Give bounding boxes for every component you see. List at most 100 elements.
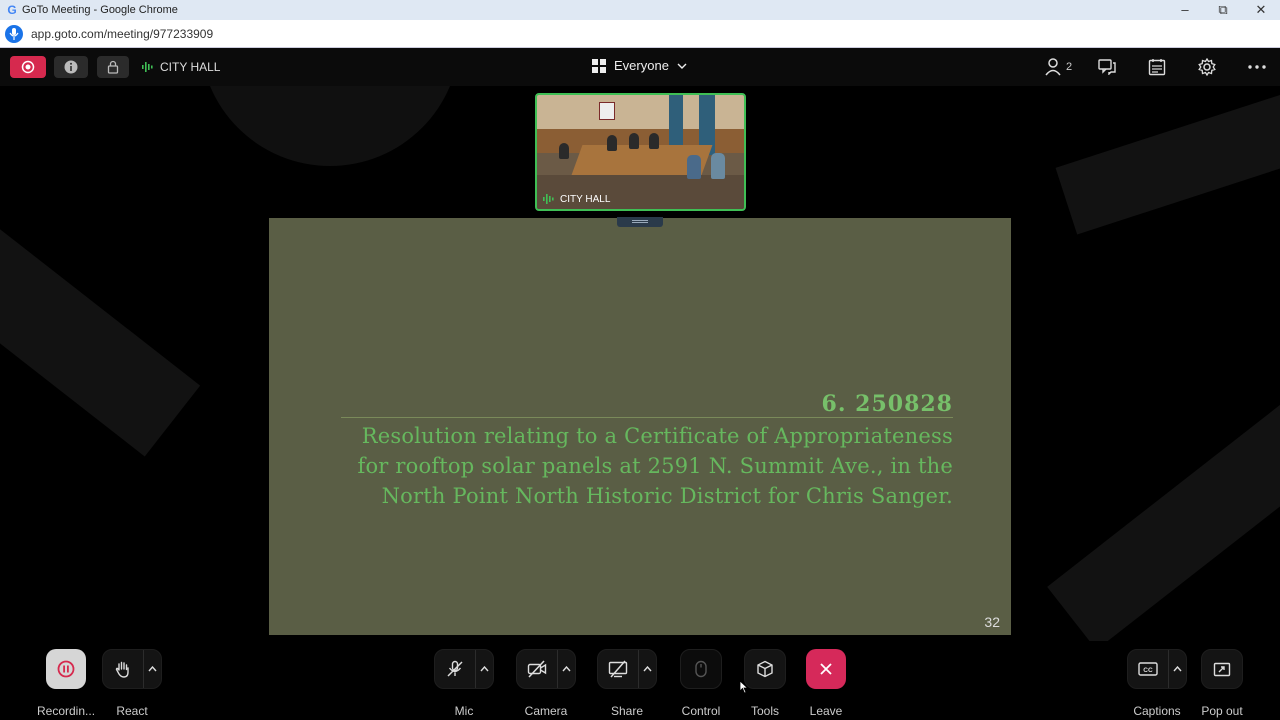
camera-options-button[interactable] xyxy=(557,650,575,688)
chevron-up-icon xyxy=(480,666,489,672)
chrome-goto-icon: G xyxy=(7,3,17,17)
chat-button[interactable] xyxy=(1098,57,1116,77)
slide-page-number: 32 xyxy=(984,614,1000,630)
settings-button[interactable] xyxy=(1198,57,1216,77)
meeting-topbar: CITY HALL Everyone 2 xyxy=(0,48,1280,86)
description-line: for rooftop solar panels at 2591 N. Summ… xyxy=(357,454,953,478)
mouse-icon xyxy=(695,660,707,678)
recording-label: Recordin... xyxy=(37,704,96,718)
leave-meeting-button[interactable] xyxy=(806,650,846,688)
remote-control-button[interactable] xyxy=(681,650,721,688)
more-options-button[interactable] xyxy=(1248,57,1266,77)
share-options-button[interactable] xyxy=(638,650,656,688)
room-name: CITY HALL xyxy=(160,60,221,74)
lock-icon xyxy=(107,60,119,74)
mic-label: Mic xyxy=(454,704,474,718)
mic-toggle-button[interactable] xyxy=(435,650,475,688)
mic-muted-icon xyxy=(447,660,463,677)
captions-button[interactable]: CC xyxy=(1128,650,1168,688)
microphone-indicator-icon[interactable] xyxy=(5,24,23,43)
camera-toggle-button[interactable] xyxy=(517,650,557,688)
calendar-notes-icon xyxy=(1148,59,1166,76)
popout-label: Pop out xyxy=(1201,704,1243,718)
pop-out-icon xyxy=(1213,662,1231,677)
meeting-lock-button[interactable] xyxy=(97,56,129,78)
share-control[interactable]: Share xyxy=(597,649,657,718)
gear-icon xyxy=(1198,58,1216,76)
chevron-up-icon xyxy=(643,666,652,672)
meeting-info-button[interactable] xyxy=(54,56,88,78)
captions-control[interactable]: CC Captions xyxy=(1127,649,1187,718)
window-controls: – ⧉ ✕ xyxy=(1166,0,1280,20)
background-decoration xyxy=(0,225,201,457)
share-screen-button[interactable] xyxy=(598,650,638,688)
window-title: GoTo Meeting - Google Chrome xyxy=(22,4,178,16)
person-icon xyxy=(1045,58,1061,76)
control-control[interactable]: Control xyxy=(680,649,722,718)
url-text[interactable]: app.goto.com/meeting/977233909 xyxy=(31,27,213,41)
close-window-icon[interactable]: ✕ xyxy=(1242,0,1280,20)
view-label: Everyone xyxy=(614,58,669,73)
react-button[interactable] xyxy=(103,650,143,688)
record-icon xyxy=(21,60,35,74)
tools-button[interactable] xyxy=(745,650,785,688)
react-label: React xyxy=(116,704,148,718)
leave-label: Leave xyxy=(809,704,843,718)
audio-level-icon xyxy=(543,194,554,204)
screen-share-off-icon xyxy=(608,660,628,678)
mic-control[interactable]: Mic xyxy=(434,649,494,718)
restore-icon[interactable]: ⧉ xyxy=(1204,0,1242,20)
mic-options-button[interactable] xyxy=(475,650,493,688)
chat-icon xyxy=(1098,59,1116,75)
tools-control[interactable]: Tools xyxy=(744,649,786,718)
close-icon xyxy=(820,663,832,675)
minimize-icon[interactable]: – xyxy=(1166,0,1204,20)
grid-view-icon xyxy=(592,58,606,73)
control-label: Control xyxy=(681,704,721,718)
info-icon xyxy=(64,60,78,74)
meeting-controls-bar: Recordin... React Mic Camera Share Contr… xyxy=(0,641,1280,720)
react-options-button[interactable] xyxy=(143,650,161,688)
recording-control[interactable]: Recordin... xyxy=(37,649,95,718)
recording-indicator-button[interactable] xyxy=(10,56,46,78)
raise-hand-icon xyxy=(115,661,129,678)
video-tile-name: CITY HALL xyxy=(560,193,611,205)
more-horizontal-icon xyxy=(1248,65,1266,69)
description-line: North Point North Historic District for … xyxy=(381,484,953,508)
camera-off-icon xyxy=(527,660,547,678)
pop-out-button[interactable] xyxy=(1202,650,1242,688)
audio-level-icon xyxy=(142,62,153,72)
view-selector[interactable]: Everyone xyxy=(592,58,687,73)
notes-button[interactable] xyxy=(1148,57,1166,77)
chevron-down-icon xyxy=(677,63,687,69)
background-decoration xyxy=(200,86,460,166)
background-decoration xyxy=(1055,87,1280,235)
captions-label: Captions xyxy=(1133,704,1181,718)
leave-control[interactable]: Leave xyxy=(806,649,846,718)
camera-label: Camera xyxy=(524,704,568,718)
chevron-up-icon xyxy=(148,666,157,672)
agenda-item-description: Resolution relating to a Certificate of … xyxy=(313,421,953,511)
video-tile-city-hall[interactable]: CITY HALL xyxy=(535,93,746,211)
cube-icon xyxy=(757,660,773,678)
shared-screen: 6. 250828 Resolution relating to a Certi… xyxy=(269,217,1011,635)
video-tile-label: CITY HALL xyxy=(543,193,610,205)
chevron-up-icon xyxy=(562,666,571,672)
stop-recording-button[interactable] xyxy=(46,650,86,688)
divider xyxy=(341,417,953,418)
mouse-cursor-icon xyxy=(739,680,749,694)
background-decoration xyxy=(1047,402,1280,641)
meeting-stage: CITY HALL 6. 250828 Resolution relating … xyxy=(0,86,1280,641)
share-label: Share xyxy=(610,704,644,718)
popout-control[interactable]: Pop out xyxy=(1201,649,1243,718)
participants-button[interactable]: 2 xyxy=(1044,57,1072,77)
svg-text:CC: CC xyxy=(1143,667,1153,674)
address-bar[interactable]: app.goto.com/meeting/977233909 xyxy=(0,20,1280,48)
closed-captions-icon: CC xyxy=(1138,662,1158,676)
drag-handle-icon[interactable] xyxy=(617,217,663,227)
react-control[interactable]: React xyxy=(102,649,162,718)
chevron-up-icon xyxy=(1173,666,1182,672)
browser-titlebar: G GoTo Meeting - Google Chrome – ⧉ ✕ xyxy=(0,0,1280,20)
camera-control[interactable]: Camera xyxy=(516,649,576,718)
captions-options-button[interactable] xyxy=(1168,650,1186,688)
